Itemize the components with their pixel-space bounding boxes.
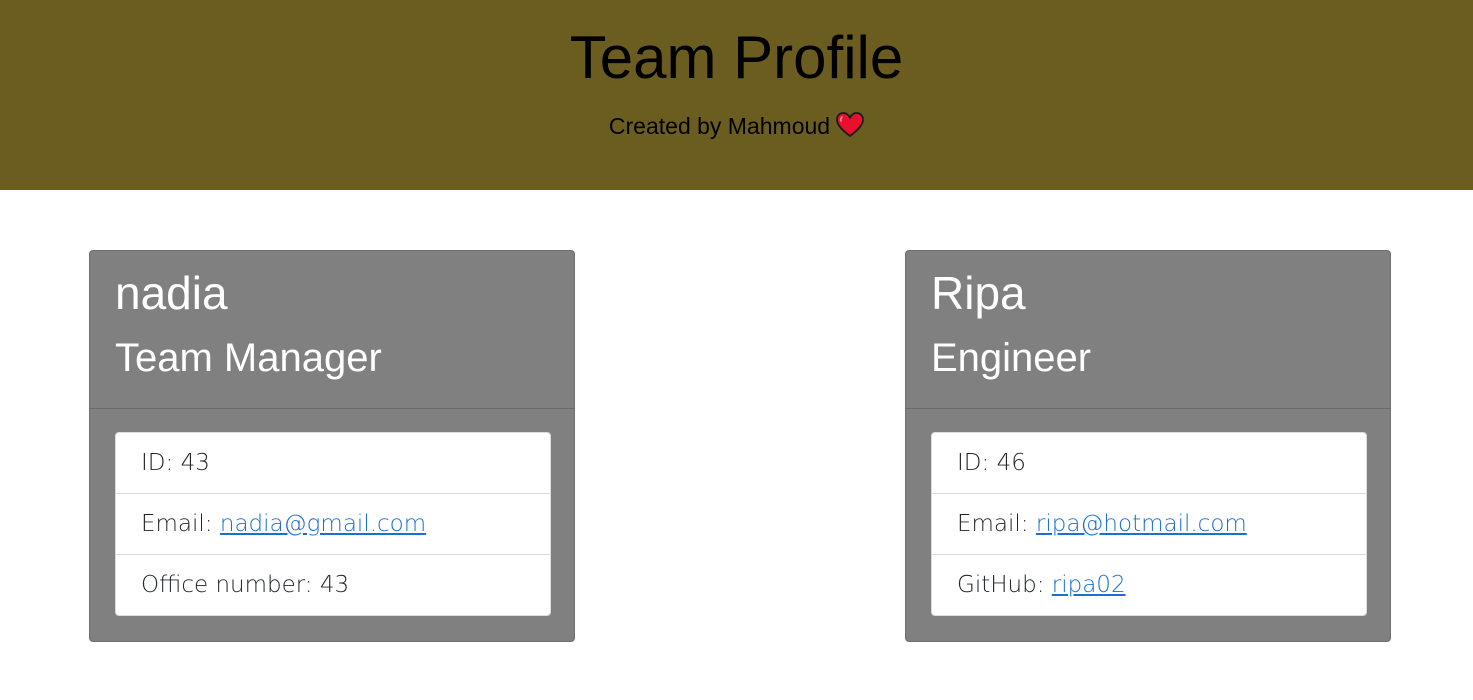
card-header: nadia Team Manager — [90, 251, 574, 409]
page-header: Team Profile Created by Mahmoud — [0, 0, 1473, 190]
employee-office-row: Office number: 43 — [116, 555, 550, 615]
subtitle-text: Created by Mahmoud — [608, 113, 831, 139]
employee-info-list: ID: 46 Email: ripa@hotmail.com GitHub: r… — [931, 432, 1367, 616]
employee-info-list: ID: 43 Email: nadia@gmail.com Office num… — [115, 432, 551, 616]
email-label: Email: — [957, 511, 1036, 537]
office-number-label: Office number: — [141, 572, 320, 598]
id-label: ID: — [141, 450, 181, 476]
employee-role: Engineer — [931, 336, 1092, 380]
employee-email-row: Email: ripa@hotmail.com — [932, 494, 1366, 555]
email-label: Email: — [141, 511, 220, 537]
employee-email-row: Email: nadia@gmail.com — [116, 494, 550, 555]
id-value: 46 — [996, 450, 1026, 476]
page-subtitle: Created by Mahmoud — [0, 111, 1473, 145]
employee-card-engineer: Ripa Engineer ID: 46 Email: ripa@hotmail… — [905, 250, 1391, 642]
employee-name: Ripa — [931, 267, 1026, 319]
employee-card-manager: nadia Team Manager ID: 43 Email: nadia@g… — [89, 250, 575, 642]
employee-id-row: ID: 43 — [116, 433, 550, 494]
card-header: Ripa Engineer — [906, 251, 1390, 409]
employee-name: nadia — [115, 267, 228, 319]
id-value: 43 — [180, 450, 210, 476]
office-number-value: 43 — [319, 572, 350, 598]
employee-id-row: ID: 46 — [932, 433, 1366, 494]
page-title: Team Profile — [569, 24, 904, 91]
heart-icon — [836, 112, 864, 145]
github-link[interactable]: ripa02 — [1052, 572, 1126, 598]
employee-github-row: GitHub: ripa02 — [932, 555, 1366, 615]
employee-role: Team Manager — [115, 336, 382, 380]
email-link[interactable]: ripa@hotmail.com — [1036, 511, 1247, 537]
email-link[interactable]: nadia@gmail.com — [220, 511, 426, 537]
id-label: ID: — [957, 450, 997, 476]
github-label: GitHub: — [957, 572, 1052, 598]
